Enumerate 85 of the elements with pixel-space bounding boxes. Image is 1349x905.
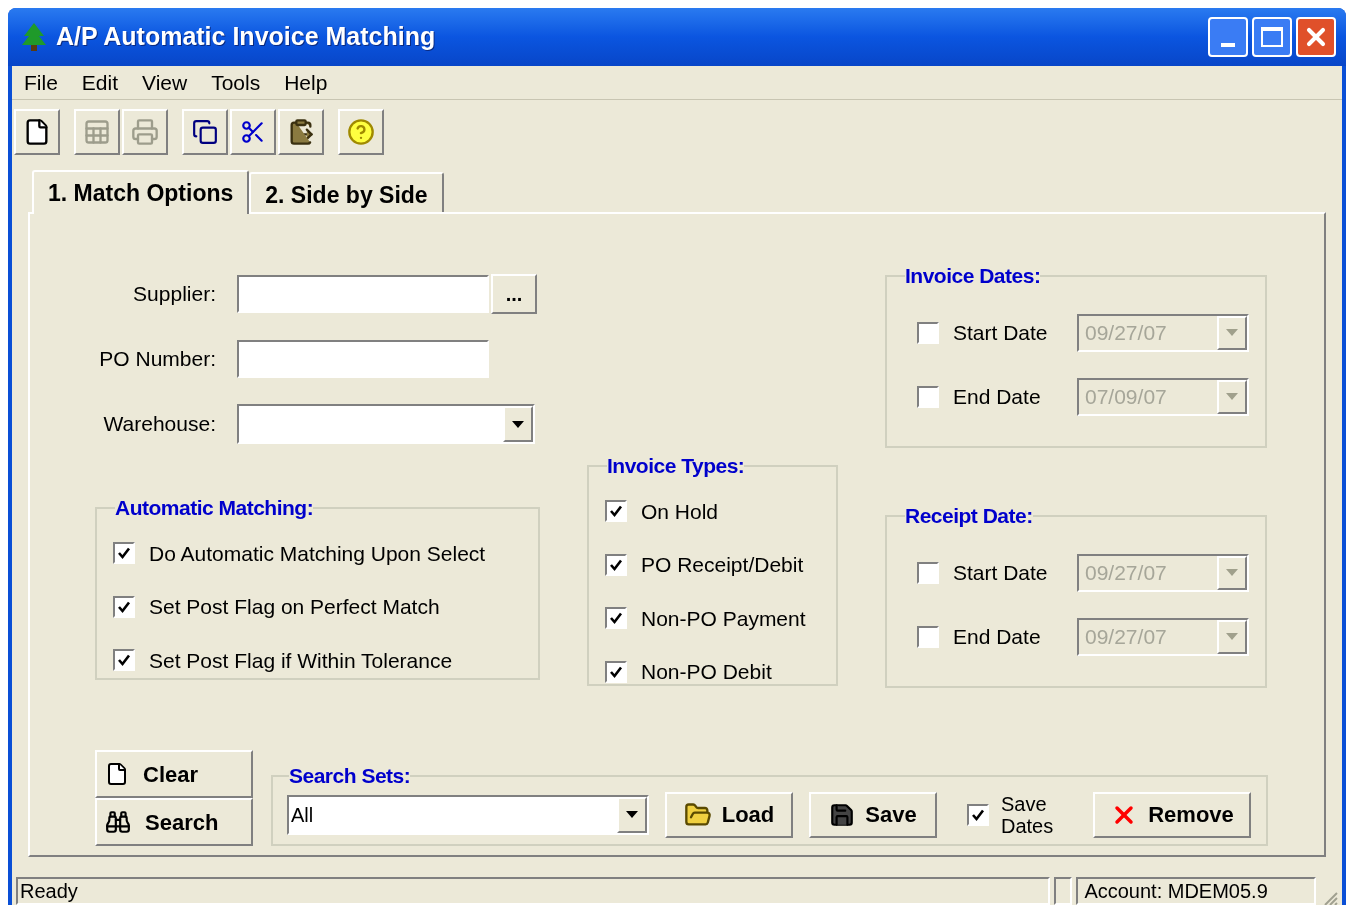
check-icon [609, 611, 623, 626]
checkbox[interactable] [113, 542, 135, 565]
page-icon [105, 762, 129, 786]
check-icon [609, 557, 623, 572]
menu-item[interactable]: View [142, 66, 188, 99]
dropdown-field[interactable] [237, 404, 535, 444]
tab[interactable]: 2. Side by Side [249, 172, 444, 212]
binoculars-icon [105, 809, 131, 835]
caret-icon [1226, 393, 1238, 400]
checkbox[interactable] [605, 660, 627, 683]
remove-button[interactable]: Remove [1093, 791, 1251, 838]
action-button[interactable]: Search [95, 798, 253, 846]
window-title: A/P Automatic Invoice Matching [56, 21, 436, 53]
date-value: 07/09/07 [1084, 383, 1168, 410]
option-label: Set Post Flag on Perfect Match [149, 594, 440, 620]
check-icon [609, 504, 623, 519]
scissors-icon [240, 119, 266, 145]
option-label: On Hold [641, 498, 719, 525]
date-value: 09/27/07 [1084, 559, 1168, 586]
input-field[interactable] [237, 275, 489, 313]
printer-icon [131, 118, 159, 146]
caret-icon [1226, 569, 1238, 576]
input-field[interactable] [237, 340, 489, 378]
toolbar-action-button[interactable]: Save [809, 791, 937, 838]
menu-item[interactable]: Tools [211, 66, 261, 99]
tab[interactable]: 1. Match Options [32, 170, 250, 214]
checkbox[interactable] [967, 803, 989, 826]
menu-item[interactable]: Help [284, 66, 328, 99]
checkbox[interactable] [605, 607, 627, 630]
date-label: Start Date [953, 559, 1049, 586]
caret-icon [626, 811, 638, 819]
dropdown-button[interactable] [617, 796, 647, 833]
status-panel [1054, 877, 1073, 905]
option-label: PO Receipt/Debit [641, 552, 804, 578]
field-label: Supplier: [132, 281, 216, 308]
sheet-icon [83, 118, 111, 146]
toolbar-action-button[interactable]: Load [665, 791, 793, 838]
help-icon [347, 118, 375, 146]
date-label: End Date [953, 383, 1042, 410]
group-title: Automatic Matching: [115, 495, 314, 521]
date-value: 09/27/07 [1084, 623, 1168, 650]
checkbox[interactable] [113, 649, 135, 672]
option-label: Non-PO Payment [641, 605, 806, 632]
action-button[interactable]: Clear [95, 750, 253, 798]
toolbar-button[interactable] [14, 109, 60, 155]
group-title: Search Sets: [289, 763, 411, 789]
caret-icon [512, 420, 524, 428]
caret-icon [1226, 633, 1238, 640]
toolbar-button[interactable] [230, 109, 276, 155]
field-label: Warehouse: [102, 411, 216, 438]
maximize-button[interactable] [1252, 17, 1292, 57]
option-label: Do Automatic Matching Upon Select [149, 540, 486, 567]
menu-item[interactable]: File [24, 66, 58, 99]
date-label: Start Date [953, 319, 1049, 346]
search-set-dropdown[interactable]: All [287, 794, 649, 835]
status-text: Ready [16, 877, 1051, 905]
check-icon [971, 807, 985, 822]
lookup-button[interactable]: ... [491, 274, 537, 314]
menu-item[interactable]: Edit [81, 66, 119, 99]
dropdown-button[interactable] [503, 406, 533, 442]
close-button[interactable] [1296, 17, 1336, 57]
group-title: Invoice Types: [607, 453, 745, 479]
check-icon [117, 653, 131, 668]
group-title: Receipt Date: [905, 503, 1033, 529]
minimize-button[interactable] [1208, 17, 1248, 57]
tree-icon [20, 22, 48, 52]
check-icon [117, 546, 131, 561]
group-title: Invoice Dates: [905, 263, 1041, 289]
toolbar-button[interactable] [182, 109, 228, 155]
toolbar-button[interactable] [278, 109, 324, 155]
option-label: Set Post Flag if Within Tolerance [149, 647, 453, 674]
caret-icon [1226, 329, 1238, 336]
account-status: Account: MDEM05.9 [1076, 877, 1317, 905]
checkbox[interactable] [605, 500, 627, 523]
field-label: PO Number: [98, 346, 216, 373]
copy-icon [192, 119, 218, 145]
option-label: Non-PO Debit [641, 659, 772, 685]
check-icon [117, 599, 131, 614]
dropdown-value: All [290, 802, 315, 828]
date-label: End Date [953, 623, 1042, 650]
save-dates-label: Save Dates [1001, 792, 1055, 837]
checkbox[interactable] [113, 595, 135, 618]
checkbox[interactable] [605, 553, 627, 576]
date-value: 09/27/07 [1084, 319, 1168, 346]
check-icon [609, 664, 623, 679]
